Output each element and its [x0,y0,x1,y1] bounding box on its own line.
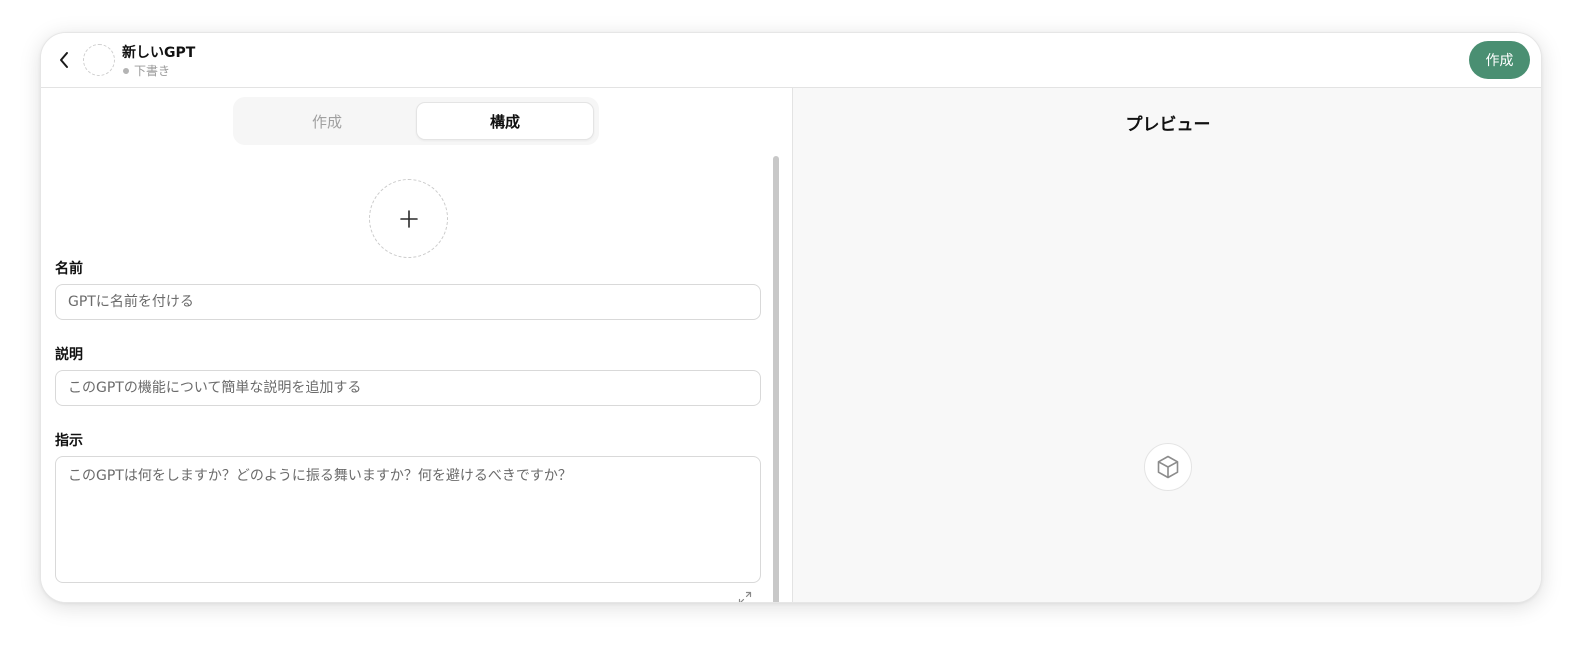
configure-panel: 作成 構成 名前 説明 指示 [41,88,792,603]
name-label: 名前 [55,261,83,277]
scrollbar[interactable] [770,154,781,602]
preview-panel: プレビュー [793,88,1541,602]
preview-title: プレビュー [1125,115,1211,135]
header: 新しいGPT 下書き 作成 [41,33,1541,88]
tab-create[interactable]: 作成 [238,102,416,140]
image-upload-button[interactable] [369,179,448,258]
gpt-avatar[interactable] [83,44,115,76]
preview-gpt-icon [1144,443,1192,491]
status-label: 下書き [134,64,171,78]
cube-icon [1157,455,1179,479]
instructions-label: 指示 [55,433,83,449]
gpt-title: 新しいGPT [122,45,196,61]
description-label: 説明 [55,347,83,363]
mode-tabs: 作成 構成 [233,97,599,145]
scrollbar-thumb[interactable] [773,156,779,602]
tab-configure[interactable]: 構成 [416,102,594,140]
instructions-textarea[interactable] [55,456,761,583]
plus-icon [399,209,418,228]
chevron-left-icon [60,52,68,68]
back-button[interactable] [53,48,75,72]
gpt-editor-window: 新しいGPT 下書き 作成 作成 構成 名前 説明 指示 [40,32,1542,603]
status-dot-icon [123,67,129,74]
create-button[interactable]: 作成 [1469,41,1530,79]
expand-icon[interactable] [738,591,752,603]
description-input[interactable] [55,370,761,406]
gpt-status: 下書き [123,62,170,79]
name-input[interactable] [55,284,761,320]
